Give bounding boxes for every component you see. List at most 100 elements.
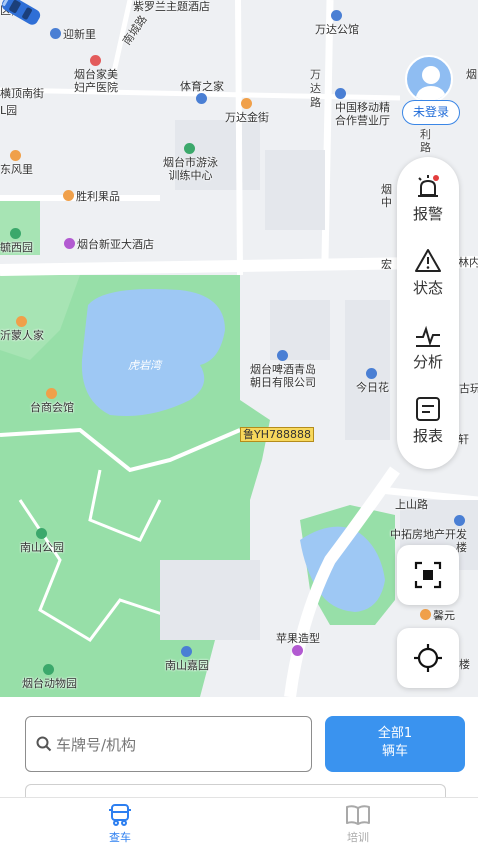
poi-yan-label: 烟: [466, 68, 477, 81]
crosshair-icon: [414, 644, 442, 672]
building-icon: [454, 515, 465, 526]
poi-hospital: 烟台家美 妇产医院: [74, 55, 118, 94]
tab-training[interactable]: 培训: [318, 802, 398, 845]
poi-swim: 烟台市游泳 训练中心: [163, 143, 218, 182]
locate-button[interactable]: [397, 628, 459, 688]
poi-xinyuan-label: 馨元: [433, 609, 455, 622]
alarm-icon: [418, 175, 439, 197]
poi-linnei: 林内: [458, 256, 478, 269]
all-vehicles-line1: 全部1: [377, 726, 413, 741]
hospital-icon: [89, 55, 101, 66]
poi-beer-label: 烟台啤酒青岛 朝日有限公司: [250, 363, 316, 389]
building-icon: [335, 88, 346, 99]
status-button[interactable]: 状态: [397, 239, 459, 309]
poi-xuan-label: 轩: [458, 433, 469, 446]
road-li-label: 利 路: [420, 128, 431, 154]
poi-yan: 烟: [466, 68, 477, 81]
poi-zoo-label: 烟台动物园: [22, 677, 77, 690]
landmark-icon: [291, 645, 303, 656]
poi-apple: 苹果造型: [276, 632, 320, 658]
tab-check-vehicle[interactable]: 查车: [80, 802, 160, 845]
location-pin-icon: [276, 350, 288, 361]
poi-wanda-jinjie: 万达金街: [225, 98, 269, 124]
hotel-icon: [64, 238, 75, 249]
poi-yimeng: 沂蒙人家: [0, 316, 44, 342]
shop-icon: [10, 150, 21, 161]
poi-lou: 楼: [459, 658, 470, 671]
building-icon: [195, 93, 207, 104]
warning-icon: [415, 249, 441, 272]
road-wanda-label: 万 达 路: [310, 68, 321, 109]
alarm-button[interactable]: 报警: [397, 165, 459, 235]
poi-taishang: 台商会馆: [30, 388, 74, 414]
poi-zoo: 烟台动物园: [22, 664, 77, 690]
poi-mobile: 中国移动精 合作营业厅: [335, 88, 390, 127]
fullscreen-button[interactable]: [397, 545, 459, 605]
building-icon: [180, 646, 192, 657]
login-button[interactable]: 未登录: [402, 100, 460, 125]
poi-tiyu-label: 体育之家: [180, 80, 224, 93]
search-box[interactable]: [25, 716, 312, 772]
poi-dongfengli-label: 东风里: [0, 163, 33, 176]
tab-training-label: 培训: [347, 831, 369, 844]
poi-mobile-label: 中国移动精 合作营业厅: [335, 101, 390, 127]
sport-icon: [184, 143, 195, 154]
poi-yingxinli-label: 迎新里: [63, 28, 96, 41]
truck-icon: [109, 804, 131, 826]
status-label: 状态: [412, 279, 443, 297]
poi-yimeng-label: 沂蒙人家: [0, 329, 44, 342]
poi-gu: 古玩: [459, 382, 478, 395]
poi-tiyu: 体育之家: [180, 80, 224, 106]
poi-shengli-label: 胜利果品: [76, 190, 120, 203]
poi-xinyuan: 馨元: [420, 609, 455, 622]
poi-gu-label: 古玩: [459, 382, 478, 395]
tab-check-vehicle-label: 查车: [109, 831, 131, 844]
building-icon: [50, 28, 61, 39]
poi-hong-label: 宏: [381, 258, 392, 271]
poi-jinrihua-label: 今日花: [356, 381, 389, 394]
poi-beer: 烟台啤酒青岛 朝日有限公司: [250, 350, 316, 389]
report-button[interactable]: 报表: [397, 387, 459, 457]
poi-shengli: 胜利果品: [63, 190, 120, 203]
poi-xiyuan-label: 毓西园: [0, 241, 33, 254]
all-vehicles-button[interactable]: 全部1 辆车: [325, 716, 465, 772]
poi-wanda-gongguan: 万达公馆: [315, 10, 359, 36]
poi-dongfengli: 东风里: [0, 150, 33, 176]
poi-nanshan-jiayuan-label: 南山嘉园: [165, 659, 209, 672]
road-wanda: 万 达 路: [310, 68, 321, 110]
poi-hong: 宏: [381, 258, 392, 271]
restaurant-icon: [45, 388, 57, 399]
report-icon: [416, 397, 440, 421]
park-icon: [10, 228, 21, 239]
poi-shangshan: 上山路: [395, 498, 428, 511]
poi-linnei-label: 林内: [458, 256, 478, 269]
poi-wanda-jinjie-label: 万达金街: [225, 111, 269, 124]
building-icon: [330, 10, 342, 21]
shop-icon: [240, 98, 252, 109]
app-root: 紫罗兰主题酒店 区) 万达公馆 迎新里 烟台家美 妇产医院 横顶南街 L园 体育…: [0, 0, 478, 850]
tab-bar: 查车 培训: [0, 797, 478, 850]
avatar[interactable]: [405, 55, 453, 103]
poi-lou-label: 楼: [459, 658, 470, 671]
side-toolbar: 报警 状态 分析 报表: [397, 157, 459, 469]
poi-l-yuan: L园: [0, 104, 17, 117]
lake-label: 虎岩湾: [128, 359, 161, 372]
vehicle-plate-label[interactable]: 鲁YH788888: [240, 427, 314, 442]
poi-hengding-label: 横顶南街: [0, 87, 44, 100]
poi-xiyuan: 毓西园: [0, 228, 33, 254]
poi-yan-zhong: 烟 中: [381, 183, 392, 209]
search-input[interactable]: [56, 731, 296, 759]
poi-swim-label: 烟台市游泳 训练中心: [163, 156, 218, 182]
poi-hengding: 横顶南街: [0, 87, 44, 100]
poi-jinrihua: 今日花: [356, 368, 389, 394]
search-icon: [36, 736, 52, 752]
poi-ziluolan: 紫罗兰主题酒店: [133, 0, 210, 13]
analysis-button[interactable]: 分析: [397, 313, 459, 383]
road-li: 利 路: [420, 128, 431, 154]
alarm-label: 报警: [412, 205, 443, 223]
poi-hospital-label: 烟台家美 妇产医院: [74, 68, 118, 94]
restaurant-icon: [15, 316, 27, 327]
all-vehicles-line2: 辆车: [381, 744, 408, 759]
book-icon: [346, 805, 370, 825]
poi-l-yuan-label: L园: [0, 104, 18, 117]
